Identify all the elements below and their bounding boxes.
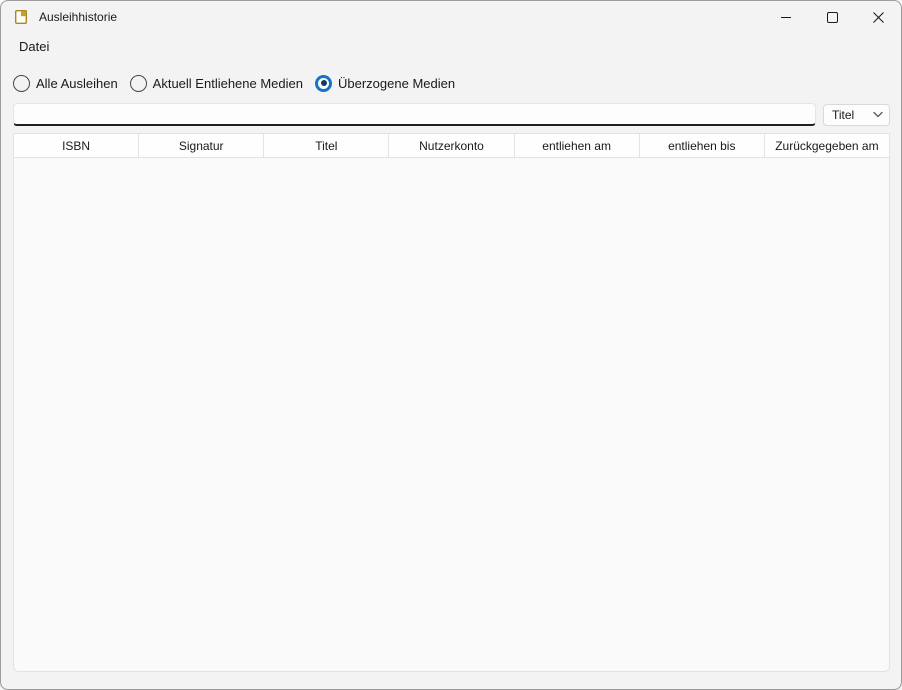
search-input[interactable]: [13, 103, 816, 126]
table-column-header[interactable]: Zurückgegeben am: [764, 134, 889, 157]
maximize-icon: [827, 12, 838, 23]
window-title: Ausleihhistorie: [39, 10, 117, 24]
search-column-select[interactable]: Titel: [823, 104, 890, 126]
radio-label: Überzogene Medien: [338, 76, 455, 91]
titlebar: Ausleihhistorie: [1, 1, 901, 33]
table-column-header[interactable]: entliehen bis: [639, 134, 764, 157]
close-icon: [873, 12, 884, 23]
filter-radio-option[interactable]: Alle Ausleihen: [13, 75, 118, 92]
note-icon: [13, 9, 29, 25]
app-window: Ausleihhistorie Datei Alle Ausleihen Akt…: [0, 0, 902, 690]
radio-icon: [315, 75, 332, 92]
loan-history-table: ISBN Signatur Titel Nutzerkonto entliehe…: [13, 133, 890, 672]
radio-label: Aktuell Entliehene Medien: [153, 76, 303, 91]
search-column-select-value: Titel: [832, 108, 873, 122]
table-column-header[interactable]: entliehen am: [514, 134, 639, 157]
chevron-down-icon: [873, 111, 883, 118]
search-row: Titel: [13, 103, 890, 126]
radio-icon: [130, 75, 147, 92]
menubar: Datei: [1, 33, 901, 59]
menu-item-datei[interactable]: Datei: [13, 36, 55, 57]
maximize-button[interactable]: [809, 1, 855, 33]
table-header-row: ISBN Signatur Titel Nutzerkonto entliehe…: [14, 134, 889, 158]
table-body: [14, 158, 889, 671]
minimize-icon: [781, 17, 791, 18]
table-column-header[interactable]: ISBN: [14, 134, 138, 157]
table-column-header[interactable]: Titel: [263, 134, 388, 157]
filter-radio-group: Alle Ausleihen Aktuell Entliehene Medien…: [13, 73, 901, 93]
table-column-header[interactable]: Signatur: [138, 134, 263, 157]
close-button[interactable]: [855, 1, 901, 33]
filter-radio-option[interactable]: Überzogene Medien: [315, 75, 455, 92]
filter-radio-option[interactable]: Aktuell Entliehene Medien: [130, 75, 303, 92]
radio-label: Alle Ausleihen: [36, 76, 118, 91]
minimize-button[interactable]: [763, 1, 809, 33]
radio-icon: [13, 75, 30, 92]
table-column-header[interactable]: Nutzerkonto: [388, 134, 513, 157]
